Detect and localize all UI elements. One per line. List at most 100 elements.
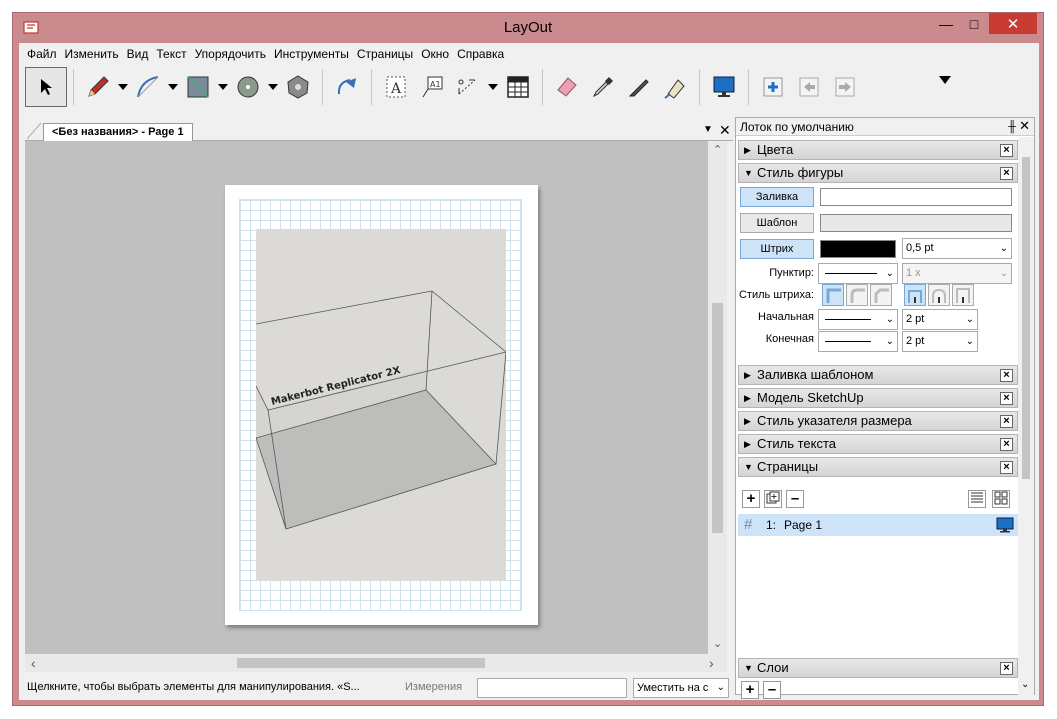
scroll-down-icon[interactable]: ⌄ (1021, 679, 1029, 690)
select-tool[interactable] (25, 67, 67, 107)
vertical-scroll-thumb[interactable] (712, 303, 723, 533)
section-colors[interactable]: ▶ Цвета × (738, 140, 1018, 160)
presentation-monitor-icon[interactable] (996, 517, 1014, 533)
cap-round-button[interactable] (928, 284, 950, 306)
menu-tools[interactable]: Инструменты (270, 43, 353, 65)
measurements-input[interactable] (477, 678, 627, 698)
cap-square-button[interactable] (952, 284, 974, 306)
next-page-button[interactable] (827, 68, 863, 106)
close-window-button[interactable]: ✕ (989, 13, 1037, 34)
menu-window[interactable]: Окно (417, 43, 453, 65)
close-document-icon[interactable]: ✕ (719, 122, 731, 139)
menu-pages[interactable]: Страницы (353, 43, 417, 65)
end-arrow-select[interactable]: ⌄ (818, 331, 898, 352)
rectangle-tool[interactable] (180, 68, 216, 106)
dash-pattern-select[interactable]: ⌄ (818, 263, 898, 284)
join-tool[interactable] (657, 68, 693, 106)
scroll-right-icon[interactable]: › (709, 655, 714, 671)
split-tool[interactable] (621, 68, 657, 106)
pattern-swatch[interactable] (820, 214, 1012, 232)
close-section-icon[interactable]: × (1000, 369, 1013, 382)
add-layer-button[interactable]: + (741, 681, 759, 699)
pin-icon[interactable]: ╫ (1008, 118, 1016, 136)
minimize-button[interactable]: — (933, 13, 959, 34)
circle-tool[interactable] (230, 68, 266, 106)
polygon-tool[interactable] (280, 68, 316, 106)
dimension-tool[interactable] (450, 68, 486, 106)
label-tool[interactable]: A1 (414, 68, 450, 106)
stroke-color-swatch[interactable] (820, 240, 896, 258)
arc-tool-dropdown[interactable] (166, 68, 180, 106)
pattern-toggle-button[interactable]: Шаблон (740, 213, 814, 233)
delete-page-button[interactable]: – (786, 490, 804, 508)
previous-page-button[interactable] (791, 68, 827, 106)
close-tray-icon[interactable]: ✕ (1019, 117, 1030, 135)
add-page-button[interactable] (755, 68, 791, 106)
document-canvas[interactable]: Makerbot Replicator 2X (25, 141, 708, 654)
page-list-item[interactable]: # 1: Page 1 (738, 514, 1018, 536)
scroll-up-icon[interactable]: ⌃ (713, 143, 722, 156)
circle-tool-dropdown[interactable] (266, 68, 280, 106)
section-pattern-fill[interactable]: ▶ Заливка шаблоном × (738, 365, 1018, 385)
menu-edit[interactable]: Изменить (61, 43, 123, 65)
scroll-left-icon[interactable]: ‹ (31, 655, 36, 671)
fill-toggle-button[interactable]: Заливка (740, 187, 814, 207)
add-page-plus-button[interactable]: + (742, 490, 760, 508)
duplicate-page-button[interactable] (764, 490, 782, 508)
thumbnail-view-button[interactable] (992, 490, 1010, 508)
arc-tool[interactable] (130, 68, 166, 106)
start-size-select[interactable]: 2 pt ⌄ (902, 309, 978, 330)
pencil-tool-dropdown[interactable] (116, 68, 130, 106)
close-section-icon[interactable]: × (1000, 415, 1013, 428)
menu-view[interactable]: Вид (123, 43, 153, 65)
join-miter-button[interactable] (822, 284, 844, 306)
join-bevel-button[interactable] (870, 284, 892, 306)
delete-layer-button[interactable]: – (763, 681, 781, 699)
toolbar-overflow-button[interactable] (939, 73, 951, 87)
section-text-style[interactable]: ▶ Стиль текста × (738, 434, 1018, 454)
document-tab[interactable]: <Без названия> - Page 1 (43, 123, 193, 141)
pencil-tool[interactable] (80, 68, 116, 106)
menu-text[interactable]: Текст (152, 43, 190, 65)
document-page[interactable]: Makerbot Replicator 2X (225, 185, 538, 625)
maximize-button[interactable]: □ (961, 13, 987, 34)
sample-style-tool[interactable] (329, 68, 365, 106)
join-round-button[interactable] (846, 284, 868, 306)
presentation-button[interactable] (706, 68, 742, 106)
start-arrow-select[interactable]: ⌄ (818, 309, 898, 330)
zoom-select[interactable]: Уместить на с ⌄ (633, 678, 729, 698)
close-section-icon[interactable]: × (1000, 461, 1013, 474)
fill-color-swatch[interactable] (820, 188, 1012, 206)
close-section-icon[interactable]: × (1000, 662, 1013, 675)
stroke-toggle-button[interactable]: Штрих (740, 239, 814, 259)
stroke-width-select[interactable]: 0,5 pt ⌄ (902, 238, 1012, 259)
scroll-down-icon[interactable]: ⌄ (713, 637, 722, 650)
cap-flat-button[interactable] (904, 284, 926, 306)
list-view-button[interactable] (968, 490, 986, 508)
section-shape-style[interactable]: ▼ Стиль фигуры × (738, 163, 1018, 183)
tray-scroll-thumb[interactable] (1022, 157, 1030, 479)
table-tool[interactable] (500, 68, 536, 106)
tab-list-arrow-icon[interactable]: ▼ (703, 124, 713, 135)
text-tool[interactable]: A (378, 68, 414, 106)
rectangle-tool-dropdown[interactable] (216, 68, 230, 106)
section-sketchup-model[interactable]: ▶ Модель SketchUp × (738, 388, 1018, 408)
dimension-tool-dropdown[interactable] (486, 68, 500, 106)
dash-scale-select[interactable]: 1 x ⌄ (902, 263, 1012, 284)
section-layers[interactable]: ▼ Слои × (738, 658, 1018, 678)
section-pages[interactable]: ▼ Страницы × (738, 457, 1018, 477)
menu-help[interactable]: Справка (453, 43, 508, 65)
close-section-icon[interactable]: × (1000, 144, 1013, 157)
eraser-tool[interactable] (549, 68, 585, 106)
section-dimension-style[interactable]: ▶ Стиль указателя размера × (738, 411, 1018, 431)
eyedropper-tool[interactable] (585, 68, 621, 106)
end-size-select[interactable]: 2 pt ⌄ (902, 331, 978, 352)
canvas-horizontal-scrollbar[interactable]: ‹ › (25, 654, 727, 672)
horizontal-scroll-thumb[interactable] (237, 658, 485, 668)
canvas-vertical-scrollbar[interactable]: ⌃ ⌄ (708, 141, 727, 654)
close-section-icon[interactable]: × (1000, 167, 1013, 180)
sketchup-viewport[interactable]: Makerbot Replicator 2X (255, 229, 507, 581)
menu-file[interactable]: Файл (23, 43, 61, 65)
close-section-icon[interactable]: × (1000, 438, 1013, 451)
menu-arrange[interactable]: Упорядочить (191, 43, 270, 65)
